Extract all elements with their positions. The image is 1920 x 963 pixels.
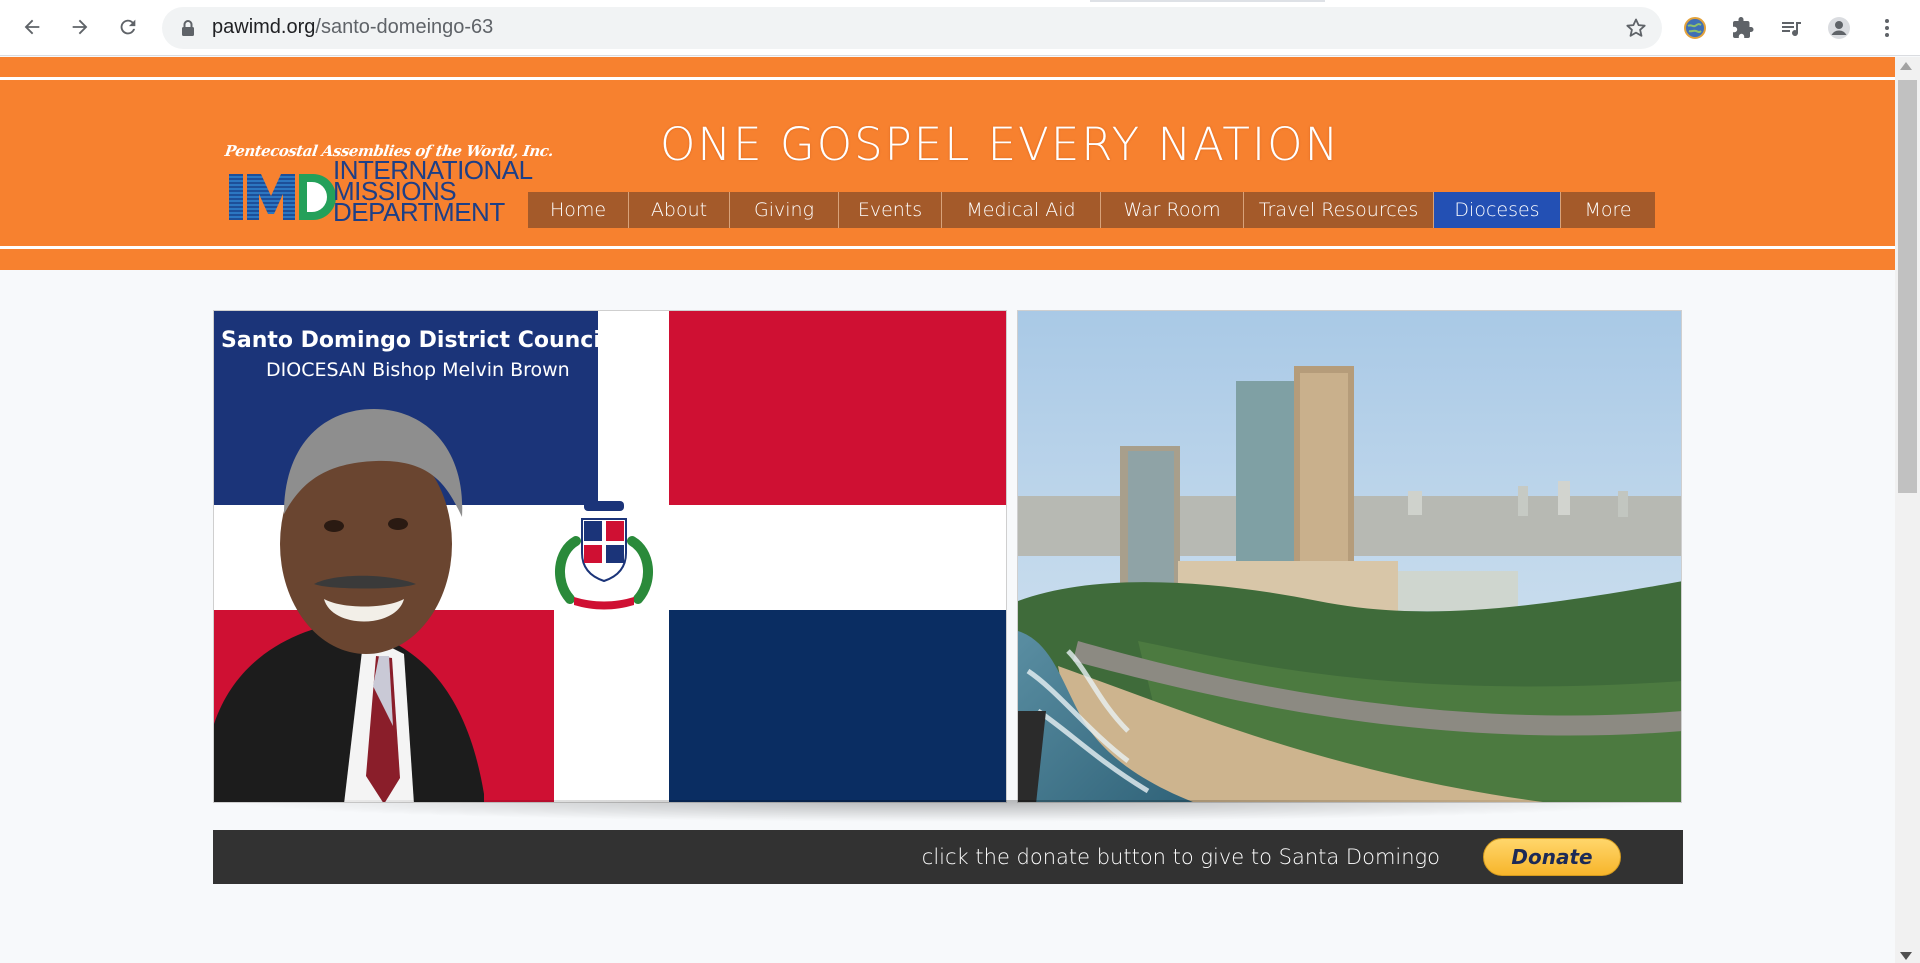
nav-item-giving[interactable]: Giving [730,192,839,228]
account-avatar-icon [1828,17,1850,39]
imd-logo-mark [229,174,336,220]
nav-item-label: Medical Aid [966,199,1076,221]
scroll-down-arrow-icon[interactable] [1900,952,1912,960]
nav-item-label: Giving [754,199,814,221]
extensions-button[interactable] [1727,12,1759,44]
donate-caption: click the donate button to give to Santa… [921,845,1440,869]
forward-button[interactable] [62,9,98,45]
arrow-left-icon [24,19,40,35]
nav-item-label: War Room [1123,199,1221,221]
address-bar[interactable]: pawimd.org/santo-domeingo-63 [162,7,1662,49]
nav-item-label: More [1584,199,1632,221]
header-divider-top [0,77,1895,80]
playlist-music-icon [1782,22,1801,37]
diocese-banner-image: Santo Domingo District Council 63 DIOCES… [213,310,1007,803]
nav-item-label: Events [857,199,923,221]
reload-button[interactable] [110,9,146,45]
donate-button[interactable]: Donate [1483,838,1621,876]
santo-domingo-photo [1017,310,1682,803]
scroll-up-arrow-icon[interactable] [1900,62,1912,70]
nav-item-war-room[interactable]: War Room [1101,192,1244,228]
reload-icon [120,19,136,35]
header-divider-bottom [0,246,1895,249]
nav-item-more[interactable]: More [1561,192,1655,228]
diocese-bishop: DIOCESAN Bishop Melvin Brown [266,359,570,381]
arrow-right-icon [72,19,88,35]
lock-icon [182,20,194,36]
main-navigation: Home About Giving Events Medical Aid War… [528,192,1655,228]
profile-button[interactable] [1823,12,1855,44]
back-button[interactable] [14,9,50,45]
nav-item-home[interactable]: Home [528,192,629,228]
diocese-title: Santo Domingo District Council 63 [221,328,647,353]
url-text: pawimd.org/santo-domeingo-63 [212,16,494,38]
logo-wordmark: INTERNATIONAL MISSIONS DEPARTMENT [333,157,533,227]
bookmark-star-icon[interactable] [1624,16,1648,40]
globe-icon [1684,17,1706,39]
nav-item-label: Home [549,199,607,221]
browser-menu-button[interactable] [1871,12,1903,44]
nav-item-label: Travel Resources [1258,199,1419,221]
nav-item-dioceses[interactable]: Dioceses [1434,192,1561,228]
puzzle-icon [1733,17,1754,38]
nav-item-travel-resources[interactable]: Travel Resources [1244,192,1434,228]
nav-item-about[interactable]: About [629,192,730,228]
nav-item-medical-aid[interactable]: Medical Aid [942,192,1101,228]
nav-item-label: About [650,199,708,221]
tab-strip-edge [1090,0,1325,2]
site-slogan: ONE GOSPEL EVERY NATION [660,118,1341,171]
logo-line-department: DEPARTMENT [333,197,505,227]
nav-item-label: Dioceses [1454,199,1540,221]
more-vertical-icon [1885,19,1889,37]
media-control-button[interactable] [1775,12,1807,44]
nav-item-events[interactable]: Events [839,192,942,228]
extension-globe-button[interactable] [1679,12,1711,44]
page-scrollbar-thumb[interactable] [1898,80,1917,493]
browser-toolbar: pawimd.org/santo-domeingo-63 [0,0,1920,56]
coastline-photo-graphic [1018,311,1681,802]
donate-bar: click the donate button to give to Santa… [213,830,1683,884]
site-logo[interactable]: Pentecostal Assemblies of the World, Inc… [224,142,555,232]
image-shadow [213,800,1683,822]
bishop-portrait [214,409,484,802]
